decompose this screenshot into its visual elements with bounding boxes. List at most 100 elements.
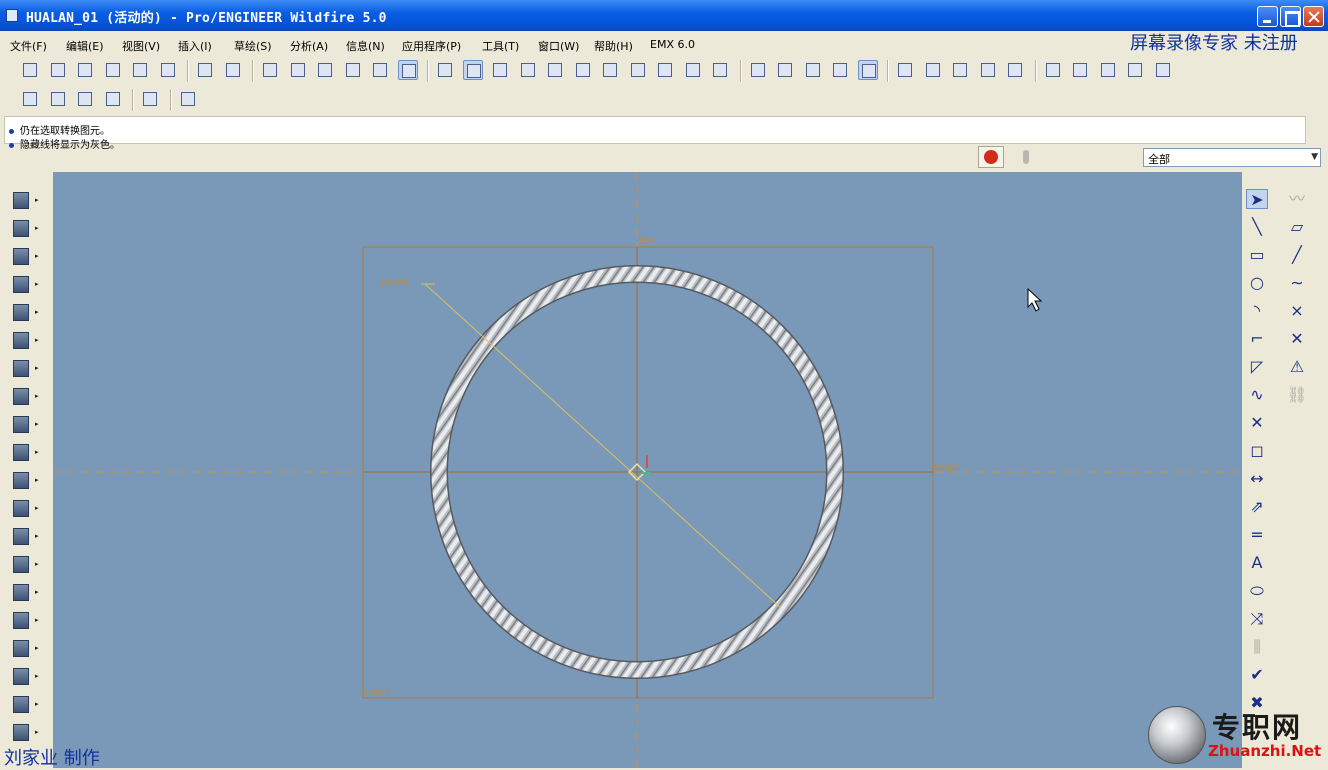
constraint-icon[interactable]: = bbox=[1246, 525, 1268, 545]
annotation-icon[interactable] bbox=[1005, 60, 1025, 80]
point-icon[interactable]: × bbox=[1286, 301, 1308, 321]
line-icon[interactable]: ╲ bbox=[1246, 217, 1268, 237]
pause-button[interactable] bbox=[1014, 146, 1038, 168]
datum-plane-icon[interactable] bbox=[10, 302, 32, 322]
saved-views-icon[interactable] bbox=[655, 60, 675, 80]
diameter-dimension-value[interactable]: 60.00 bbox=[381, 279, 408, 289]
regenerate-icon[interactable] bbox=[370, 60, 390, 80]
datum-points-icon[interactable] bbox=[950, 60, 970, 80]
circle-icon[interactable]: ○ bbox=[1246, 273, 1268, 293]
flyout-arrow-icon[interactable]: ▸ bbox=[35, 560, 39, 568]
variable-sweep-icon[interactable] bbox=[10, 246, 32, 266]
select-box-icon[interactable] bbox=[397, 60, 418, 80]
palette-icon[interactable]: ⚠ bbox=[1286, 357, 1308, 377]
menu-edit[interactable]: 编辑(E) bbox=[66, 38, 104, 54]
paste-icon[interactable] bbox=[315, 60, 335, 80]
redo-icon[interactable] bbox=[223, 60, 243, 80]
refit-icon[interactable] bbox=[600, 60, 620, 80]
maximize-button[interactable] bbox=[1280, 6, 1301, 27]
model-tree-icon[interactable] bbox=[710, 60, 730, 80]
print-icon[interactable] bbox=[103, 60, 123, 80]
menu-info[interactable]: 信息(N) bbox=[346, 38, 385, 54]
copy-icon[interactable] bbox=[288, 60, 308, 80]
text-icon[interactable]: A bbox=[1246, 553, 1268, 573]
rib-icon[interactable] bbox=[10, 442, 32, 462]
selection-filter-select[interactable]: 全部 ▼ bbox=[1143, 148, 1321, 167]
parallelogram-icon[interactable]: ▱ bbox=[1286, 217, 1308, 237]
send-mail-alt-icon[interactable] bbox=[158, 60, 178, 80]
flyout-arrow-icon[interactable]: ▸ bbox=[35, 224, 39, 232]
layer-icon[interactable] bbox=[683, 60, 703, 80]
flyout-arrow-icon[interactable]: ▸ bbox=[35, 308, 39, 316]
toggle-dims-icon[interactable] bbox=[1070, 60, 1090, 80]
draft-icon[interactable] bbox=[10, 470, 32, 490]
offset-icon[interactable] bbox=[10, 666, 32, 686]
undo-icon[interactable] bbox=[195, 60, 215, 80]
shade-sphere-icon[interactable] bbox=[518, 60, 538, 80]
menu-insert[interactable]: 插入(I) bbox=[178, 38, 212, 54]
solidify-icon[interactable] bbox=[10, 722, 32, 742]
flyout-arrow-icon[interactable]: ▸ bbox=[35, 364, 39, 372]
context-help-icon[interactable] bbox=[178, 89, 198, 109]
merge-icon[interactable] bbox=[10, 610, 32, 630]
centerline-icon[interactable]: ╱ bbox=[1286, 245, 1308, 265]
select-filter-icon[interactable] bbox=[103, 89, 123, 109]
app-icon[interactable] bbox=[6, 9, 18, 22]
extrude-icon[interactable] bbox=[10, 190, 32, 210]
use-edge-icon[interactable]: ◻ bbox=[1246, 441, 1268, 461]
cut-icon[interactable] bbox=[260, 60, 280, 80]
toggle-vertices-icon[interactable] bbox=[1153, 60, 1173, 80]
flyout-arrow-icon[interactable]: ▸ bbox=[35, 532, 39, 540]
spline-icon[interactable]: ∼ bbox=[1286, 273, 1308, 293]
toggle-grid-icon[interactable] bbox=[1125, 60, 1145, 80]
menu-window[interactable]: 窗口(W) bbox=[538, 38, 579, 54]
flyout-arrow-icon[interactable]: ▸ bbox=[35, 616, 39, 624]
flyout-arrow-icon[interactable]: ▸ bbox=[35, 392, 39, 400]
flyout-arrow-icon[interactable]: ▸ bbox=[35, 280, 39, 288]
done-check-icon[interactable]: ✔ bbox=[1246, 665, 1268, 685]
trim-sketch-icon[interactable]: ✕ bbox=[1286, 329, 1308, 349]
pattern-icon[interactable] bbox=[10, 554, 32, 574]
trim-icon[interactable] bbox=[10, 638, 32, 658]
hidden-line-icon[interactable] bbox=[775, 60, 795, 80]
arc-icon[interactable]: ◝ bbox=[1246, 301, 1268, 321]
rectangle-icon[interactable]: ▭ bbox=[1246, 245, 1268, 265]
thicken-icon[interactable] bbox=[10, 694, 32, 714]
mirror-icon[interactable] bbox=[10, 582, 32, 602]
stop-regen-button[interactable] bbox=[978, 146, 1004, 168]
minimize-button[interactable] bbox=[1257, 6, 1278, 27]
flyout-arrow-icon[interactable]: ▸ bbox=[35, 504, 39, 512]
menu-help[interactable]: 帮助(H) bbox=[594, 38, 633, 54]
sketch-point-icon[interactable]: ✕ bbox=[1246, 413, 1268, 433]
chamfer-icon[interactable] bbox=[10, 526, 32, 546]
menu-analysis[interactable]: 分析(A) bbox=[290, 38, 328, 54]
datum-axis-icon[interactable] bbox=[10, 330, 32, 350]
spin-center-icon[interactable] bbox=[857, 60, 878, 80]
save-icon[interactable] bbox=[75, 60, 95, 80]
graphics-viewport[interactable]: TOP RIGHT DTM27 60.00 bbox=[53, 172, 1242, 768]
flyout-arrow-icon[interactable]: ▸ bbox=[35, 700, 39, 708]
flyout-arrow-icon[interactable]: ▸ bbox=[35, 728, 39, 736]
reorient-icon[interactable] bbox=[628, 60, 648, 80]
layers-icon[interactable] bbox=[490, 60, 510, 80]
hole-icon[interactable] bbox=[10, 386, 32, 406]
fillet-icon[interactable]: ⌐ bbox=[1246, 329, 1268, 349]
paste-special-icon[interactable] bbox=[343, 60, 363, 80]
datum-axes-icon[interactable] bbox=[923, 60, 943, 80]
select-region-icon[interactable] bbox=[48, 89, 68, 109]
sketcher-display-icon[interactable] bbox=[140, 89, 160, 109]
flyout-arrow-icon[interactable]: ▸ bbox=[35, 420, 39, 428]
csys-icon[interactable] bbox=[978, 60, 998, 80]
dimension-icon[interactable]: ↔ bbox=[1246, 469, 1268, 489]
shell-icon[interactable] bbox=[10, 414, 32, 434]
flyout-arrow-icon[interactable]: ▸ bbox=[35, 336, 39, 344]
blend-icon[interactable] bbox=[10, 274, 32, 294]
flyout-arrow-icon[interactable]: ▸ bbox=[35, 672, 39, 680]
send-mail-icon[interactable] bbox=[130, 60, 150, 80]
flyout-arrow-icon[interactable]: ▸ bbox=[35, 588, 39, 596]
sketch-tool-icon[interactable] bbox=[10, 358, 32, 378]
menu-applications[interactable]: 应用程序(P) bbox=[402, 38, 461, 54]
close-button[interactable] bbox=[1303, 6, 1324, 27]
sketch-canvas[interactable] bbox=[53, 172, 1242, 768]
round-icon[interactable] bbox=[10, 498, 32, 518]
